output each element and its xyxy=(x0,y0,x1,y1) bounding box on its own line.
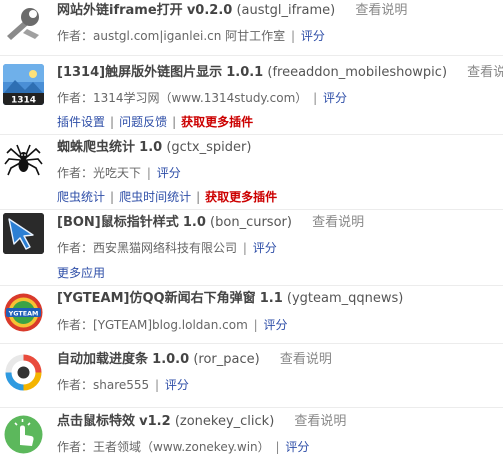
author-prefix: 作者： xyxy=(57,378,94,392)
separator: | xyxy=(253,318,258,332)
separator: | xyxy=(313,91,318,105)
cursor-icon xyxy=(3,213,44,254)
wrench-icon xyxy=(3,3,44,44)
rating-link[interactable]: 评分 xyxy=(157,166,181,180)
icon-label: YGTEAM xyxy=(8,309,39,317)
landscape-1314-icon: 1314 xyxy=(3,64,44,105)
plugin-identifier: (ror_pace) xyxy=(193,352,260,367)
plugin-item-gctx-spider: 蜘蛛爬虫统计 1.0 (gctx_spider) 作者：光吃天下 | 评分 爬虫… xyxy=(0,135,503,210)
plugin-version: 1.0 xyxy=(182,215,206,230)
spider-stats-link[interactable]: 爬虫统计 xyxy=(57,190,105,204)
view-doc-link[interactable]: 查看说明 xyxy=(294,414,346,429)
plugin-item-ror-pace: 自动加载进度条 1.0.0 (ror_pace) 查看说明 作者：share55… xyxy=(0,344,503,408)
plugin-list: 网站外链iframe打开 v0.2.0 (austgl_iframe) 查看说明… xyxy=(0,0,503,463)
plugin-item-zonekey-click: 点击鼠标特效 v1.2 (zonekey_click) 查看说明 作者：王者领域… xyxy=(0,408,503,463)
author-prefix: 作者： xyxy=(57,166,94,180)
spider-icon xyxy=(3,139,44,180)
separator: | xyxy=(110,115,115,129)
author-name: 光吃天下 xyxy=(93,166,142,180)
author-name: share555 xyxy=(93,378,150,392)
author-prefix: 作者： xyxy=(57,318,94,332)
plugin-name: [YGTEAM]仿QQ新闻右下角弹窗 xyxy=(57,291,256,306)
separator: | xyxy=(291,29,296,43)
click-hand-icon xyxy=(3,414,44,455)
plugin-version: 1.0 xyxy=(139,140,163,155)
spider-time-stats-link[interactable]: 爬虫时间统计 xyxy=(119,190,191,204)
author-prefix: 作者： xyxy=(57,29,94,43)
ygteam-logo-icon: YGTEAM xyxy=(3,292,44,333)
separator: | xyxy=(110,190,115,204)
view-doc-link[interactable]: 查看说明 xyxy=(467,65,503,80)
rating-link[interactable]: 评分 xyxy=(264,318,288,332)
plugin-item-bon-cursor: [BON]鼠标指针样式 1.0 (bon_cursor) 查看说明 作者：西安黑… xyxy=(0,210,503,286)
separator: | xyxy=(242,241,247,255)
plugin-version: v1.2 xyxy=(139,414,171,429)
feedback-link[interactable]: 问题反馈 xyxy=(119,115,167,129)
separator: | xyxy=(275,440,280,454)
separator: | xyxy=(146,166,151,180)
plugin-version: 1.1 xyxy=(259,291,283,306)
author-name: austgl.com|iganlei.cn 阿甘工作室 xyxy=(93,29,286,43)
plugin-settings-link[interactable]: 插件设置 xyxy=(57,115,105,129)
plugin-item-ygteam-qqnews: YGTEAM [YGTEAM]仿QQ新闻右下角弹窗 1.1 (ygteam_qq… xyxy=(0,286,503,344)
plugin-name: 点击鼠标特效 xyxy=(57,414,136,429)
author-prefix: 作者： xyxy=(57,91,94,105)
get-more-plugins-link[interactable]: 获取更多插件 xyxy=(205,190,277,204)
plugin-item-freeaddon-mobileshowpic: 1314 [1314]触屏版外链图片显示 1.0.1 (freeaddon_mo… xyxy=(0,56,503,135)
separator: | xyxy=(196,190,201,204)
plugin-identifier: (ygteam_qqnews) xyxy=(286,291,404,306)
view-doc-link[interactable]: 查看说明 xyxy=(312,215,364,230)
plugin-name: 蜘蛛爬虫统计 xyxy=(57,140,136,155)
plugin-name: 网站外链iframe打开 xyxy=(57,3,183,18)
author-name: 西安黑猫网络科技有限公司 xyxy=(93,241,238,255)
rating-link[interactable]: 评分 xyxy=(323,91,347,105)
plugin-identifier: (gctx_spider) xyxy=(166,140,252,155)
plugin-identifier: (bon_cursor) xyxy=(210,215,292,230)
view-doc-link[interactable]: 查看说明 xyxy=(280,352,332,367)
icon-label: 1314 xyxy=(11,96,36,106)
plugin-name: 自动加载进度条 xyxy=(57,352,149,367)
plugin-identifier: (freeaddon_mobileshowpic) xyxy=(267,65,448,80)
more-apps-link[interactable]: 更多应用 xyxy=(57,266,105,280)
plugin-identifier: (austgl_iframe) xyxy=(236,3,336,18)
plugin-version: 1.0.0 xyxy=(152,352,190,367)
author-name: 1314学习网（www.1314study.com） xyxy=(93,91,308,105)
get-more-plugins-link[interactable]: 获取更多插件 xyxy=(181,115,253,129)
progress-ring-icon xyxy=(3,352,44,393)
separator: | xyxy=(172,115,177,129)
plugin-identifier: (zonekey_click) xyxy=(174,414,275,429)
rating-link[interactable]: 评分 xyxy=(301,29,325,43)
plugin-item-austgl-iframe: 网站外链iframe打开 v0.2.0 (austgl_iframe) 查看说明… xyxy=(0,0,503,56)
author-prefix: 作者： xyxy=(57,440,94,454)
rating-link[interactable]: 评分 xyxy=(285,440,309,454)
plugin-version: 1.0.1 xyxy=(226,65,264,80)
plugin-name: [1314]触屏版外链图片显示 xyxy=(57,65,223,80)
author-name: 王者领域（www.zonekey.win） xyxy=(93,440,270,454)
separator: | xyxy=(155,378,160,392)
author-prefix: 作者： xyxy=(57,241,94,255)
plugin-version: v0.2.0 xyxy=(186,3,233,18)
plugin-name: [BON]鼠标指针样式 xyxy=(57,215,179,230)
rating-link[interactable]: 评分 xyxy=(253,241,277,255)
rating-link[interactable]: 评分 xyxy=(165,378,189,392)
view-doc-link[interactable]: 查看说明 xyxy=(355,3,407,18)
author-name: [YGTEAM]blog.loldan.com xyxy=(93,318,248,332)
